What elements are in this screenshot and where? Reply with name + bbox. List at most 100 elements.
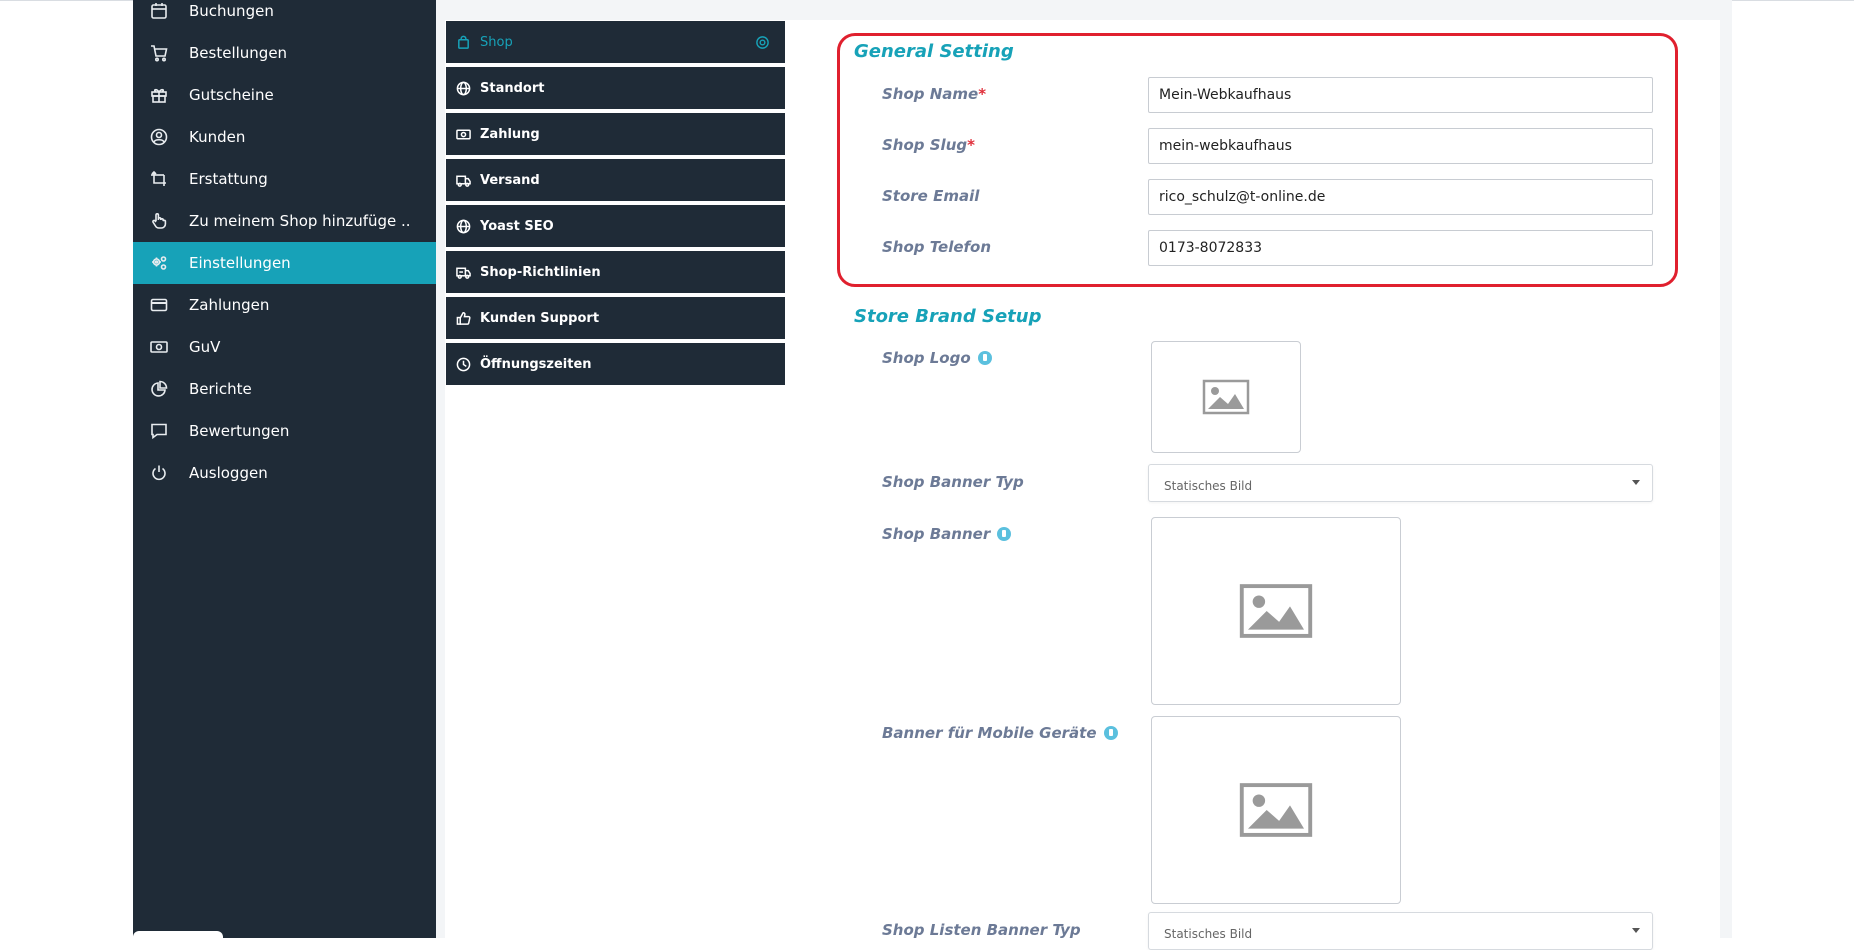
sidebar-item-buchungen[interactable]: Buchungen	[133, 0, 436, 32]
truck-policy-icon	[455, 264, 471, 280]
sidebar-item-gutscheine[interactable]: Gutscheine	[133, 74, 436, 116]
credit-card-icon	[150, 296, 168, 314]
sidebar-item-guv[interactable]: GuV	[133, 326, 436, 368]
image-placeholder-icon	[1239, 584, 1313, 638]
dropdown-arrow-icon	[1632, 928, 1640, 933]
sidebar-item-label: Zahlungen	[189, 296, 270, 314]
sidebar-item-label: Gutscheine	[189, 86, 274, 104]
shopping-bag-icon	[455, 34, 471, 50]
submenu-item-label: Zahlung	[480, 126, 540, 142]
shop-banner-typ-value: Statisches Bild	[1164, 479, 1253, 493]
dropdown-arrow-icon	[1632, 480, 1640, 485]
sidebar-bottom-tab	[133, 931, 223, 938]
shop-banner-typ-select[interactable]: Statisches Bild	[1148, 464, 1653, 502]
submenu-item-shop[interactable]: Shop	[446, 21, 785, 65]
money-bill-icon	[455, 126, 471, 142]
submenu-item-yoast-seo[interactable]: Yoast SEO	[446, 205, 785, 249]
shop-telefon-input[interactable]	[1148, 230, 1653, 266]
store-email-label: Store Email	[882, 187, 980, 205]
sidebar-item-ausloggen[interactable]: Ausloggen	[133, 452, 436, 494]
submenu-item-label: Standort	[480, 80, 545, 96]
hand-pointer-icon	[150, 212, 168, 230]
shop-slug-label: Shop Slug*	[882, 136, 975, 154]
submenu-item-versand[interactable]: Versand	[446, 159, 785, 203]
right-gutter	[1720, 0, 1732, 938]
shop-logo-label: Shop Logo	[882, 349, 992, 367]
image-placeholder-icon	[1239, 783, 1313, 837]
sidebar-item-label: Bewertungen	[189, 422, 290, 440]
submenu-item-label: Shop-Richtlinien	[480, 264, 601, 280]
general-setting-title: General Setting	[854, 41, 1014, 62]
cart-icon	[150, 44, 168, 62]
sidebar-item-label: Zu meinem Shop hinzufüge ..	[189, 212, 411, 230]
shop-banner-typ-label: Shop Banner Typ	[882, 473, 1024, 491]
sidebar-item-add-to-shop[interactable]: Zu meinem Shop hinzufüge ..	[133, 200, 436, 242]
shop-name-input[interactable]	[1148, 77, 1653, 113]
submenu-item-label: Versand	[480, 172, 540, 188]
calendar-icon	[150, 2, 168, 20]
shop-listen-banner-typ-select[interactable]: Statisches Bild	[1148, 912, 1653, 950]
mobile-banner-upload[interactable]	[1151, 716, 1401, 904]
sidebar-item-kunden[interactable]: Kunden	[133, 116, 436, 158]
info-icon[interactable]	[997, 527, 1012, 541]
comment-icon	[150, 422, 168, 440]
gears-icon	[150, 254, 168, 272]
store-email-input[interactable]	[1148, 179, 1653, 215]
sidebar-item-bestellungen[interactable]: Bestellungen	[133, 32, 436, 74]
sidebar-item-bewertungen[interactable]: Bewertungen	[133, 410, 436, 452]
refund-arrows-icon	[150, 170, 168, 188]
user-circle-icon	[150, 128, 168, 146]
required-marker: *	[978, 85, 987, 103]
shop-logo-label-text: Shop Logo	[882, 349, 971, 367]
submenu-item-label: Shop	[480, 34, 513, 50]
sidebar-item-label: Erstattung	[189, 170, 268, 188]
shop-slug-input[interactable]	[1148, 128, 1653, 164]
sidebar-item-label: Einstellungen	[189, 254, 291, 272]
shop-banner-label: Shop Banner	[882, 525, 1012, 543]
store-brand-setup-title: Store Brand Setup	[854, 306, 1042, 327]
shop-listen-banner-typ-value: Statisches Bild	[1164, 927, 1253, 941]
pie-chart-icon	[150, 380, 168, 398]
mobile-banner-label: Banner für Mobile Geräte	[882, 724, 1118, 742]
gift-icon	[150, 86, 168, 104]
shop-listen-banner-typ-label: Shop Listen Banner Typ	[882, 921, 1081, 939]
sidebar-item-label: Bestellungen	[189, 44, 288, 62]
sidebar-item-erstattung[interactable]: Erstattung	[133, 158, 436, 200]
submenu-item-label: Kunden Support	[480, 310, 600, 326]
shop-telefon-label: Shop Telefon	[882, 238, 992, 256]
submenu-item-label: Yoast SEO	[480, 218, 554, 234]
submenu-item-shop-richtlinien[interactable]: Shop-Richtlinien	[446, 251, 785, 295]
truck-icon	[455, 172, 471, 188]
required-marker: *	[967, 136, 975, 154]
target-icon	[755, 35, 771, 51]
shop-banner-label-text: Shop Banner	[882, 525, 991, 543]
thumbs-up-icon	[455, 310, 471, 326]
shop-banner-upload[interactable]	[1151, 517, 1401, 705]
main-sidebar: Buchungen Bestellungen Gutscheine Kunden…	[133, 0, 436, 938]
submenu-item-kunden-support[interactable]: Kunden Support	[446, 297, 785, 341]
clock-icon	[455, 356, 471, 372]
sidebar-item-label: Ausloggen	[189, 464, 268, 482]
sidebar-item-label: Buchungen	[189, 2, 274, 20]
info-icon[interactable]	[977, 351, 992, 365]
money-bill-icon	[150, 338, 168, 356]
shop-name-label-text: Shop Name	[882, 85, 979, 103]
submenu-item-oeffnungszeiten[interactable]: Öffnungszeiten	[446, 343, 785, 387]
sidebar-item-zahlungen[interactable]: Zahlungen	[133, 284, 436, 326]
sidebar-item-einstellungen[interactable]: Einstellungen	[133, 242, 436, 284]
globe-icon	[455, 218, 471, 234]
image-placeholder-icon	[1202, 379, 1250, 415]
shop-logo-upload[interactable]	[1151, 341, 1301, 453]
submenu-item-zahlung[interactable]: Zahlung	[446, 113, 785, 157]
info-icon[interactable]	[1103, 726, 1118, 740]
submenu-item-standort[interactable]: Standort	[446, 67, 785, 111]
sidebar-item-label: GuV	[189, 338, 221, 356]
power-icon	[150, 464, 168, 482]
sidebar-item-berichte[interactable]: Berichte	[133, 368, 436, 410]
sidebar-item-label: Berichte	[189, 380, 252, 398]
sidebar-item-label: Kunden	[189, 128, 246, 146]
submenu-item-label: Öffnungszeiten	[480, 356, 592, 372]
shop-name-label: Shop Name*	[882, 85, 986, 103]
shop-slug-label-text: Shop Slug	[882, 136, 968, 154]
globe-icon	[455, 80, 471, 96]
